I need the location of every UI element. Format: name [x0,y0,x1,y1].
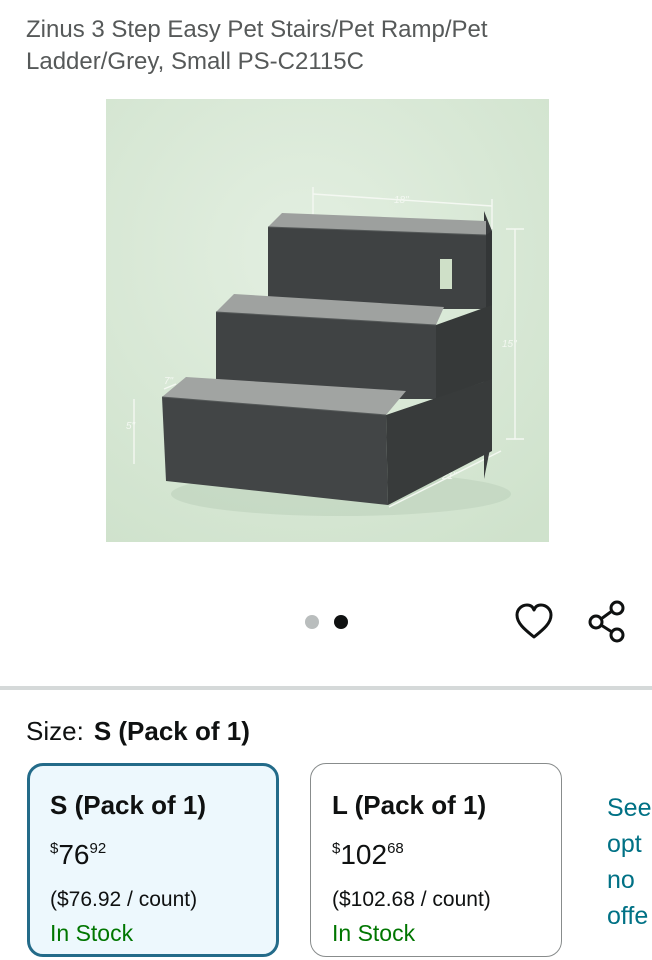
price-whole: 102 [340,839,388,870]
size-option-price: $7692 [50,832,206,872]
size-option-card-s[interactable]: S (Pack of 1) $7692 ($76.92 / count) In … [27,763,279,957]
size-option-stock-status: In Stock [332,920,416,946]
dim-width-label: 18" [394,195,409,206]
size-option-stock-status: In Stock [50,920,134,946]
price-whole: 76 [58,839,90,870]
price-fraction: 68 [387,840,404,857]
size-option-price: $10268 [332,832,491,872]
size-option-name: S (Pack of 1) [50,790,207,820]
selected-size-value: S (Pack of 1) [93,716,250,746]
product-image[interactable]: 18" 15" 21" 7" 5" [106,99,549,542]
size-option-name: L (Pack of 1) [332,790,487,820]
dim-step-depth-label: 7" [164,376,174,387]
size-option-card-l[interactable]: L (Pack of 1) $10268 ($102.68 / count) I… [310,763,562,957]
size-option-unit-price: ($102.68 / count) [332,888,491,911]
section-divider [0,686,652,690]
see-more-line: no [607,866,635,894]
dim-height-label: 15" [502,339,517,350]
dim-step-height-label: 5" [126,421,136,432]
size-label: Size: [26,716,84,746]
see-more-line: opt [607,830,642,858]
share-icon[interactable] [584,598,630,644]
heart-outline-icon[interactable] [512,600,556,644]
product-title: Zinus 3 Step Easy Pet Stairs/Pet Ramp/Pe… [26,16,488,75]
size-option-unit-price: ($76.92 / count) [50,888,198,911]
gallery-dot-1[interactable] [305,615,319,629]
see-more-options-link[interactable]: See opt no offe [607,790,652,934]
see-more-line: offe [607,902,649,930]
see-more-line: See [607,794,652,822]
size-selector-label: Size: S (Pack of 1) [26,714,250,748]
price-fraction: 92 [89,840,107,857]
gallery-dot-2-active[interactable] [334,615,348,629]
